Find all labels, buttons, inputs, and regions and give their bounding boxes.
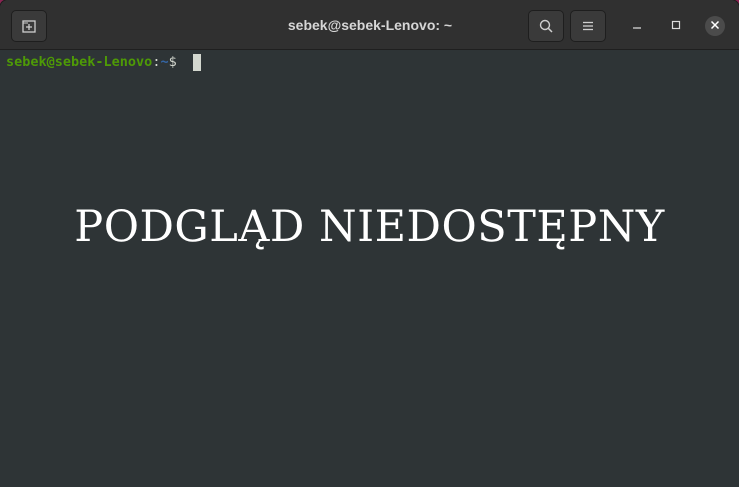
- close-icon: [710, 17, 720, 35]
- menu-button[interactable]: [570, 10, 606, 42]
- prompt-user-host: sebek@sebek-Lenovo: [6, 54, 153, 70]
- terminal-area[interactable]: sebek@sebek-Lenovo: ~ $ PODGLĄD NIEDOSTĘPN…: [0, 50, 739, 487]
- terminal-window: sebek@sebek-Lenovo: ~ sebek@sebek-Lenovo…: [0, 0, 739, 487]
- prompt-separator: :: [152, 54, 161, 70]
- search-icon: [539, 19, 553, 33]
- new-tab-icon: [22, 19, 36, 33]
- hamburger-menu-icon: [582, 20, 594, 32]
- preview-unavailable-watermark: PODGLĄD NIEDOSTĘPNY: [74, 202, 665, 252]
- prompt-path: ~: [160, 54, 169, 70]
- search-button[interactable]: [528, 10, 564, 42]
- minimize-icon: [632, 17, 642, 35]
- text-cursor: [192, 54, 201, 71]
- window-title: sebek@sebek-Lenovo: ~: [287, 17, 453, 33]
- maximize-button[interactable]: [665, 15, 687, 37]
- close-button[interactable]: [705, 16, 725, 36]
- new-tab-button[interactable]: [11, 10, 47, 42]
- prompt-symbol: $: [168, 54, 185, 70]
- maximize-icon: [671, 17, 681, 35]
- desktop-background: sebek@sebek-Lenovo: ~ sebek@sebek-Lenovo…: [0, 0, 739, 487]
- prompt-line: sebek@sebek-Lenovo: ~ $: [6, 54, 201, 71]
- minimize-button[interactable]: [626, 15, 648, 37]
- title-bar: sebek@sebek-Lenovo: ~: [0, 0, 739, 50]
